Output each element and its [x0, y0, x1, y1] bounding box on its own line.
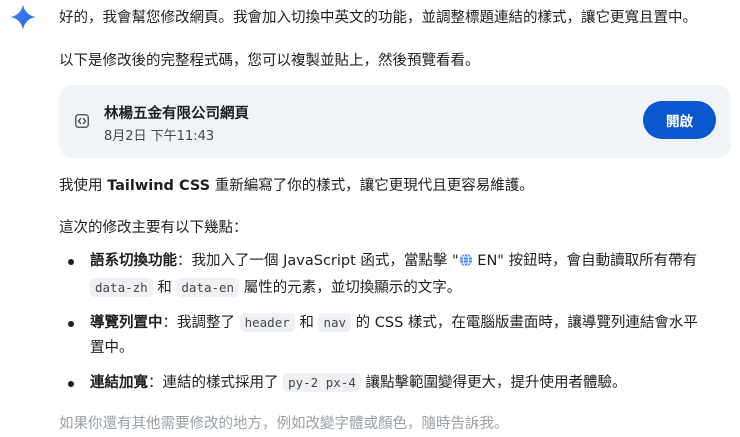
point-text: ：我加入了一個 JavaScript 函式，當點擊 "	[177, 253, 459, 269]
point-text: ：我調整了	[162, 315, 240, 331]
summary-bold: Tailwind CSS	[107, 178, 211, 194]
inline-code: nav	[318, 313, 352, 332]
summary-prefix: 我使用	[59, 178, 108, 194]
point-title: 語系切換功能	[90, 253, 177, 269]
point-text: 和	[294, 315, 319, 331]
code-icon	[75, 114, 89, 128]
summary-suffix: 重新編寫了你的樣式，讓它更現代且更容易維護。	[210, 178, 534, 194]
point-text: 和	[152, 280, 177, 296]
point-text: 讓點擊範圍變得更大，提升使用者體驗。	[360, 375, 627, 391]
list-item: 連結加寬：連結的樣式採用了 py-2 px-4 讓點擊範圍變得更大，提升使用者體…	[90, 373, 626, 393]
point-title: 導覽列置中	[90, 315, 163, 331]
sparkle-icon	[10, 4, 36, 30]
points-intro: 這次的修改主要有以下幾點：	[59, 220, 248, 236]
open-button[interactable]: 開啟	[643, 101, 716, 139]
intro-line-2: 以下是修改後的完整程式碼，您可以複製並貼上，然後預覽看看。	[59, 53, 480, 69]
point-text: 的 CSS 樣式，在電腦版畫面時，讓導覽列連結會水平	[351, 315, 698, 331]
inline-code: py-2 px-4	[283, 373, 361, 392]
globe-icon	[459, 253, 472, 267]
list-item: 語系切換功能：我加入了一個 JavaScript 函式，當點擊 " EN" 按鈕…	[90, 251, 697, 271]
point-text: ：連結的樣式採用了	[148, 375, 284, 391]
card-title: 林楊五金有限公司網頁	[104, 106, 249, 122]
closing-line: 如果你還有其他需要修改的地方，例如改變字體或顏色，隨時告訴我。	[59, 416, 509, 432]
inline-code: data-en	[176, 278, 240, 297]
bullet-dot	[68, 381, 74, 387]
list-item-continuation: 置中。	[90, 340, 134, 356]
inline-code: data-zh	[90, 278, 153, 297]
summary-line: 我使用 Tailwind CSS 重新編寫了你的樣式，讓它更現代且更容易維護。	[59, 176, 534, 196]
point-text: EN" 按鈕時，會自動讀取所有帶有	[472, 253, 698, 269]
bullet-dot	[68, 321, 74, 327]
intro-line-1: 好的，我會幫您修改網頁。我會加入切換中英文的功能，並調整標題連結的樣式，讓它更寬…	[59, 10, 697, 26]
point-title: 連結加寬	[90, 375, 148, 391]
point-text: 屬性的元素，並切換顯示的文字。	[239, 280, 462, 296]
code-artifact-card[interactable]: 林楊五金有限公司網頁 8月2日 下午11:43 開啟	[59, 85, 731, 158]
card-date: 8月2日 下午11:43	[104, 129, 215, 144]
list-item-continuation: data-zh 和 data-en 屬性的元素，並切換顯示的文字。	[90, 278, 461, 298]
bullet-dot	[68, 259, 74, 265]
list-item: 導覽列置中：我調整了 header 和 nav 的 CSS 樣式，在電腦版畫面時…	[90, 313, 698, 333]
inline-code: header	[239, 313, 295, 332]
